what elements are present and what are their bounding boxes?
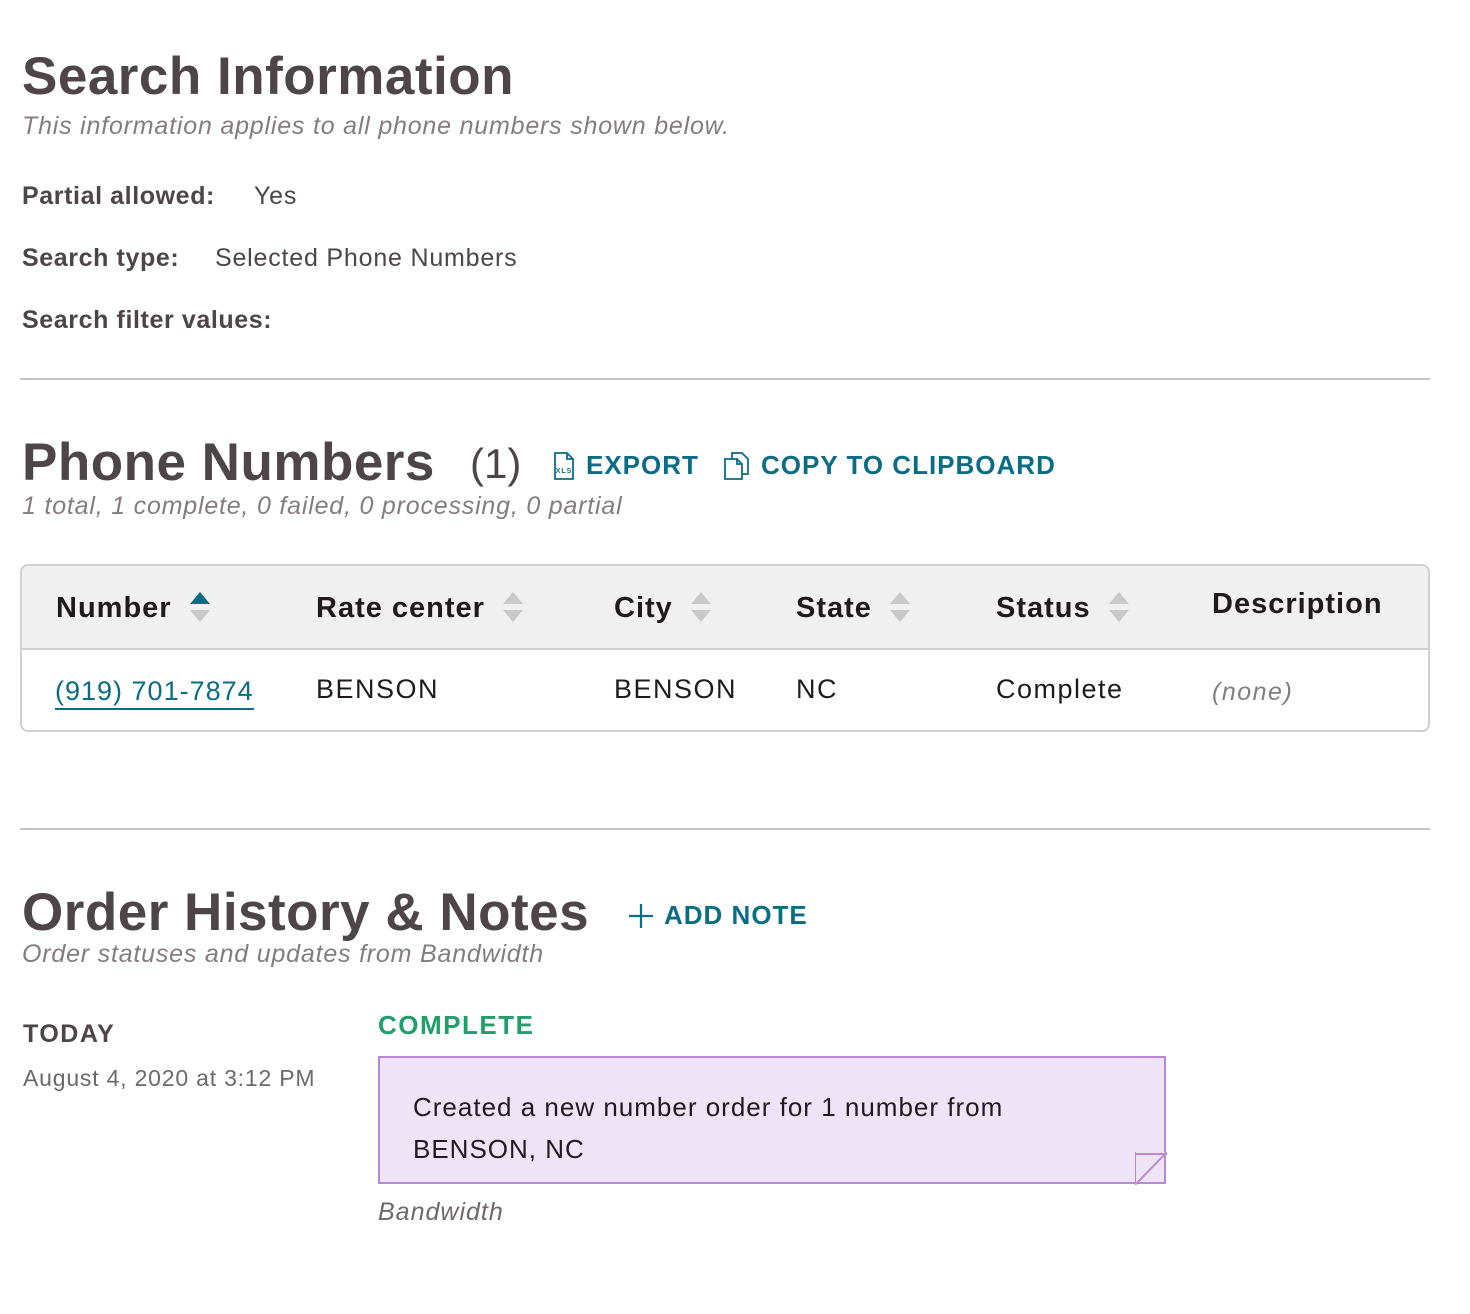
sort-icon bbox=[889, 590, 910, 626]
sort-ascending-icon bbox=[189, 590, 210, 626]
search-info-subtitle: This information applies to all phone nu… bbox=[22, 112, 730, 140]
section-divider bbox=[20, 828, 1430, 830]
status-cell: Complete bbox=[996, 674, 1124, 704]
entry-author: Bandwidth bbox=[378, 1198, 504, 1226]
plus-icon bbox=[629, 903, 653, 928]
page-curl-icon bbox=[1135, 1152, 1167, 1185]
export-label: EXPORT bbox=[586, 450, 699, 480]
section-divider bbox=[20, 378, 1430, 380]
search-type-value: Selected Phone Numbers bbox=[215, 244, 518, 272]
phone-numbers-count: (1) bbox=[470, 440, 522, 487]
search-type-label: Search type: bbox=[22, 244, 180, 272]
note-text: Created a new number order for 1 number … bbox=[413, 1092, 1004, 1164]
phone-number-link[interactable]: (919) 701-7874 bbox=[55, 676, 254, 710]
column-header-state[interactable]: State bbox=[796, 590, 910, 626]
xls-file-icon: XLS bbox=[554, 451, 574, 480]
column-header-rate-center[interactable]: Rate center bbox=[316, 590, 523, 626]
description-cell: (none) bbox=[1212, 678, 1294, 706]
entry-status: COMPLETE bbox=[378, 1010, 535, 1040]
sort-icon bbox=[1108, 590, 1129, 626]
copy-icon bbox=[724, 451, 749, 480]
partial-allowed-label: Partial allowed: bbox=[22, 182, 215, 210]
column-header-city[interactable]: City bbox=[614, 590, 711, 626]
rate-center-cell: BENSON bbox=[316, 674, 440, 704]
copy-to-clipboard-button[interactable]: COPY TO CLIPBOARD bbox=[723, 450, 1056, 481]
partial-allowed-value: Yes bbox=[254, 182, 298, 210]
entry-timestamp: August 4, 2020 at 3:12 PM bbox=[23, 1065, 316, 1091]
order-history-title: Order History & Notes bbox=[22, 883, 590, 942]
svg-text:XLS: XLS bbox=[556, 468, 573, 475]
order-history-subtitle: Order statuses and updates from Bandwidt… bbox=[22, 940, 544, 968]
column-header-status[interactable]: Status bbox=[996, 590, 1129, 626]
add-note-button[interactable]: ADD NOTE bbox=[628, 900, 808, 931]
phone-numbers-title: Phone Numbers bbox=[22, 433, 435, 492]
sort-icon bbox=[502, 590, 523, 626]
sort-icon bbox=[690, 590, 711, 626]
search-info-title: Search Information bbox=[22, 47, 514, 106]
add-note-label: ADD NOTE bbox=[664, 900, 808, 930]
phone-numbers-table: Number Rate center City State Status Des… bbox=[20, 564, 1430, 732]
entry-day: TODAY bbox=[23, 1020, 116, 1048]
copy-to-clipboard-label: COPY TO CLIPBOARD bbox=[761, 450, 1056, 480]
phone-numbers-summary: 1 total, 1 complete, 0 failed, 0 process… bbox=[22, 492, 623, 520]
note-card: Created a new number order for 1 number … bbox=[378, 1056, 1166, 1184]
search-filter-values-label: Search filter values: bbox=[22, 306, 273, 334]
table-header: Number Rate center City State Status Des… bbox=[22, 566, 1428, 650]
state-cell: NC bbox=[796, 674, 838, 704]
column-header-number[interactable]: Number bbox=[56, 590, 210, 626]
export-button[interactable]: XLS EXPORT bbox=[552, 450, 699, 481]
column-header-description: Description bbox=[1212, 588, 1383, 620]
city-cell: BENSON bbox=[614, 674, 738, 704]
